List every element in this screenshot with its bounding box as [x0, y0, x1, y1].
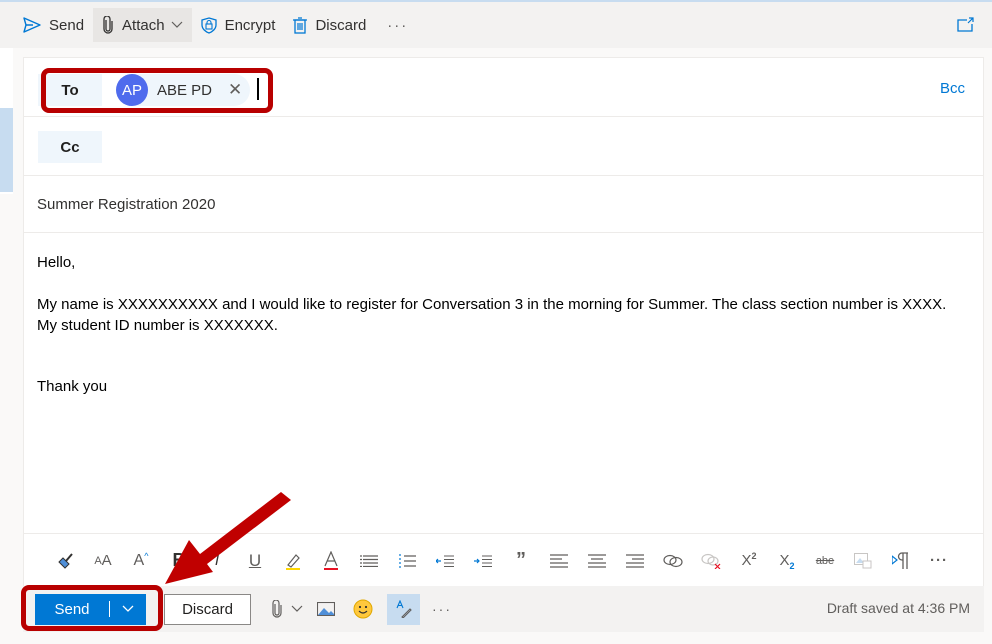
subject-field[interactable]: Summer Registration 2020 [24, 176, 983, 233]
body-line-2: My student ID number is XXXXXXX. [37, 317, 278, 334]
send-icon [23, 17, 41, 33]
emoji-button[interactable] [353, 594, 373, 625]
subscript-icon[interactable]: X2 [768, 546, 806, 576]
command-toolbar: Send Attach Encrypt Discard ··· [0, 2, 992, 48]
chevron-down-icon [291, 605, 303, 612]
toolbar-discard-button[interactable]: Discard [284, 8, 375, 42]
quote-icon[interactable]: ” [502, 546, 540, 576]
bullets-icon[interactable] [350, 546, 388, 576]
toolbar-attach-label: Attach [122, 16, 165, 34]
font-size-icon[interactable]: AA [84, 546, 122, 576]
body-line-1: My name is XXXXXXXXXX and I would like t… [37, 296, 947, 313]
more-options-button[interactable]: ··· [432, 594, 452, 625]
ltr-paragraph-icon[interactable] [882, 546, 920, 576]
picture-icon [317, 602, 335, 616]
annotation-highlight-to [41, 68, 273, 113]
cc-button[interactable]: Cc [38, 131, 102, 163]
draft-status: Draft saved at 4:36 PM [826, 600, 970, 616]
popout-icon[interactable] [957, 17, 974, 32]
increase-indent-icon[interactable] [464, 546, 502, 576]
editor-pen-icon [395, 600, 412, 618]
remove-link-icon[interactable] [692, 546, 730, 576]
attach-button[interactable] [271, 594, 303, 625]
message-body[interactable]: Hello, My name is XXXXXXXXXX and I would… [37, 252, 972, 397]
to-field-row: To AP ABE PD ✕ Bcc [24, 58, 983, 117]
more-formatting-icon[interactable]: ··· [920, 546, 958, 576]
toolbar-more-button[interactable]: ··· [375, 17, 420, 34]
body-closing: Thank you [37, 378, 108, 395]
insert-picture-button[interactable] [317, 594, 335, 625]
align-left-icon[interactable] [540, 546, 578, 576]
decrease-indent-icon[interactable] [426, 546, 464, 576]
shield-lock-icon [200, 16, 217, 34]
paperclip-icon [103, 16, 113, 34]
discard-button[interactable]: Discard [164, 593, 251, 625]
toolbar-encrypt-button[interactable]: Encrypt [192, 8, 285, 42]
font-color-icon[interactable] [312, 546, 350, 576]
subject-text: Summer Registration 2020 [37, 196, 216, 213]
message-list-edge [0, 48, 13, 194]
align-right-icon[interactable] [616, 546, 654, 576]
format-painter-icon[interactable] [46, 546, 84, 576]
annotation-highlight-send [21, 585, 163, 631]
strikethrough-icon[interactable]: abe [806, 546, 844, 576]
annotation-arrow-icon [165, 492, 291, 584]
insert-image-icon[interactable] [844, 546, 882, 576]
cc-field-row: Cc [24, 117, 983, 176]
chevron-down-icon [171, 21, 183, 28]
compose-action-bar: Send Discard ··· Draft saved at 4:36 PM [23, 586, 984, 632]
emoji-icon [353, 599, 373, 619]
numbering-icon[interactable] [388, 546, 426, 576]
body-greeting: Hello, [37, 254, 76, 271]
editor-button[interactable] [387, 593, 420, 625]
toolbar-send-button[interactable]: Send [14, 8, 93, 42]
selected-message-indicator [0, 108, 13, 192]
trash-icon [293, 16, 308, 34]
insert-link-icon[interactable] [654, 546, 692, 576]
bcc-button[interactable]: Bcc [940, 80, 965, 97]
toolbar-encrypt-label: Encrypt [224, 16, 276, 34]
superscript-icon[interactable]: X2 [730, 546, 768, 576]
toolbar-attach-button[interactable]: Attach [93, 8, 192, 42]
paperclip-icon [272, 600, 282, 618]
align-center-icon[interactable] [578, 546, 616, 576]
toolbar-send-label: Send [49, 16, 85, 34]
toolbar-discard-label: Discard [315, 16, 367, 34]
